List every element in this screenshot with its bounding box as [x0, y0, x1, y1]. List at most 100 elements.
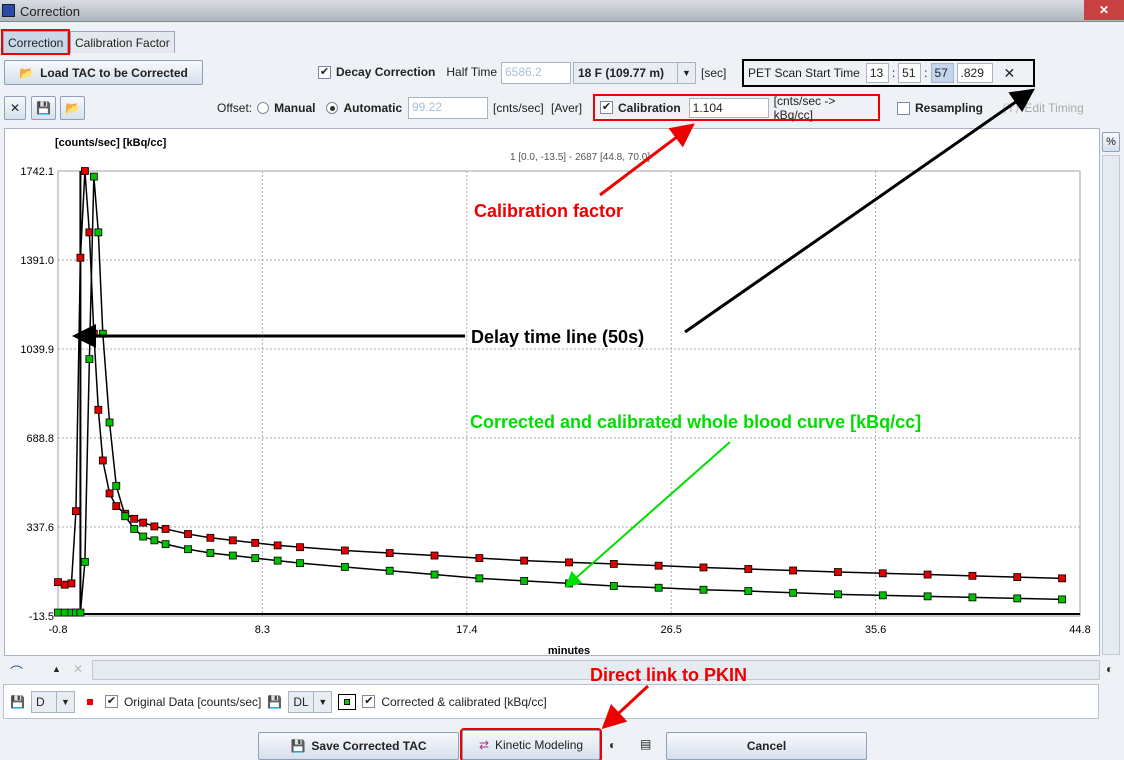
data-point	[89, 329, 98, 338]
scan-millisecond-field[interactable]: .829	[956, 63, 993, 83]
toggle-icon[interactable]: ◐	[609, 738, 616, 752]
data-point	[139, 532, 148, 541]
chevron-down-icon: ▼	[677, 63, 695, 83]
corrected-style-value: DL	[293, 694, 309, 709]
calibration-group: ✔ Calibration 1.104 [cnts/sec -> kBq/cc]	[593, 93, 880, 122]
x-tick-label: -0.8	[49, 624, 68, 636]
data-point	[80, 557, 89, 566]
automatic-radio[interactable]	[326, 102, 339, 114]
load-tac-button[interactable]: 📂 Load TAC to be Corrected	[4, 60, 203, 85]
chevron-down-icon: ▼	[313, 691, 331, 712]
range-label: 1 [0.0, -13.5] - 2687 [44.8, 70.0]	[510, 152, 650, 163]
data-point	[76, 608, 85, 617]
pkin-icon: ⇄	[478, 738, 489, 752]
line-style-icon[interactable]: ⌒	[10, 662, 23, 681]
original-style-select[interactable]: D ▼	[30, 690, 75, 713]
data-point	[228, 536, 237, 545]
tab-correction[interactable]: Correction	[0, 29, 71, 55]
data-point	[76, 253, 85, 262]
data-point	[789, 588, 798, 597]
data-point	[273, 556, 282, 565]
vertical-scrollbar[interactable]	[1102, 155, 1120, 655]
percent-button[interactable]: %	[1102, 132, 1120, 152]
isotope-value: 18 F (109.77 m)	[578, 66, 665, 80]
offset-aver: [Aver]	[551, 101, 583, 115]
y-axis-label: [counts/sec] [kBq/cc]	[55, 137, 167, 149]
offset-label: Offset:	[217, 101, 253, 115]
scan-hour-field[interactable]: 13	[865, 63, 889, 83]
report-icon[interactable]: ▤	[640, 737, 651, 751]
tab-calibration-factor[interactable]: Calibration Factor	[70, 31, 175, 53]
x-tick-label: 35.6	[865, 624, 886, 636]
y-tick-label: 688.8	[26, 433, 54, 445]
x-tick-label: 17.4	[456, 624, 477, 636]
data-point	[130, 525, 139, 533]
data-point	[251, 538, 260, 547]
remove-icon[interactable]: ✕	[73, 662, 83, 676]
corrected-data-checkbox[interactable]: ✔	[362, 695, 376, 708]
half-time-field[interactable]: 6586.2	[501, 62, 571, 84]
data-point	[251, 554, 260, 562]
data-point	[430, 551, 439, 560]
data-point	[699, 585, 708, 594]
data-point	[834, 568, 842, 576]
close-window-button[interactable]: ✕	[1084, 0, 1124, 20]
data-point	[296, 543, 304, 552]
corrected-style-select[interactable]: DL ▼	[288, 690, 333, 713]
data-point	[296, 559, 304, 568]
half-time-unit: [sec]	[701, 66, 727, 80]
scan-second-field[interactable]: 57	[930, 63, 954, 83]
calibration-unit: [cnts/sec -> kBq/cc]	[773, 93, 836, 122]
data-point	[968, 593, 977, 602]
scan-minute-field[interactable]: 51	[898, 63, 922, 83]
resampling-checkbox[interactable]	[897, 101, 910, 115]
save-icon[interactable]: 💾	[10, 695, 25, 709]
calibration-checkbox[interactable]: ✔	[600, 101, 613, 114]
data-point	[60, 608, 69, 617]
save-corrected-label: Save Corrected TAC	[311, 739, 427, 753]
data-point	[60, 580, 69, 589]
half-time-label: Half Time	[446, 65, 498, 79]
clear-time-icon[interactable]: ✕	[1004, 65, 1016, 82]
folder-open-icon[interactable]: 📂	[60, 96, 85, 120]
x-axis-label: minutes	[548, 645, 590, 657]
edit-timing-icon: ⟨Y⟩	[1002, 101, 1020, 115]
data-point	[1013, 573, 1022, 581]
window-title: Correction	[20, 4, 80, 19]
data-point	[105, 489, 114, 498]
original-data-checkbox[interactable]: ✔	[104, 695, 118, 708]
manual-label: Manual	[274, 101, 316, 115]
save-corrected-tac-button[interactable]: 💾 Save Corrected TAC	[258, 732, 459, 760]
kinetic-modeling-button[interactable]: ⇄ Kinetic Modeling	[460, 728, 602, 760]
data-point	[85, 355, 94, 364]
y-tick-label: 1391.0	[20, 255, 54, 267]
data-point	[699, 563, 708, 572]
isotope-select[interactable]: 18 F (109.77 m) ▼	[573, 62, 696, 84]
save-icon[interactable]: 💾	[267, 695, 282, 709]
reset-icon[interactable]: ◐	[1106, 662, 1113, 676]
data-point	[923, 592, 932, 601]
clear-button[interactable]: ✕	[4, 96, 26, 120]
offset-field[interactable]: 99.22	[408, 97, 488, 119]
decay-correction-checkbox[interactable]: ✔	[318, 65, 331, 79]
manual-radio[interactable]	[257, 102, 270, 114]
data-point	[565, 579, 573, 588]
data-point	[1058, 574, 1066, 583]
edit-timing-button[interactable]: Edit Timing	[1024, 101, 1083, 115]
data-point	[161, 525, 170, 533]
y-tick-label: 1039.9	[20, 344, 54, 356]
x-tick-label: 44.8	[1069, 624, 1090, 636]
triangle-up-icon[interactable]: ▲	[52, 664, 61, 674]
offset-unit: [cnts/sec]	[493, 101, 544, 115]
red-marker-icon	[86, 698, 93, 705]
corrected-data-label: Corrected & calibrated [kBq/cc]	[381, 694, 547, 709]
cancel-button[interactable]: Cancel	[666, 732, 867, 760]
data-point	[430, 570, 439, 579]
save-icon[interactable]: 💾	[31, 96, 56, 120]
resampling-label: Resampling	[915, 101, 984, 115]
title-bar: Correction ✕	[0, 0, 1124, 22]
data-point	[206, 533, 215, 542]
horizontal-scrollbar[interactable]	[92, 660, 1100, 680]
tac-chart[interactable]: -0.8 8.3 17.4 26.5 35.6 44.8 1742.1 1391.0 1039.…	[5, 129, 1101, 657]
calibration-field[interactable]: 1.104	[688, 97, 769, 118]
